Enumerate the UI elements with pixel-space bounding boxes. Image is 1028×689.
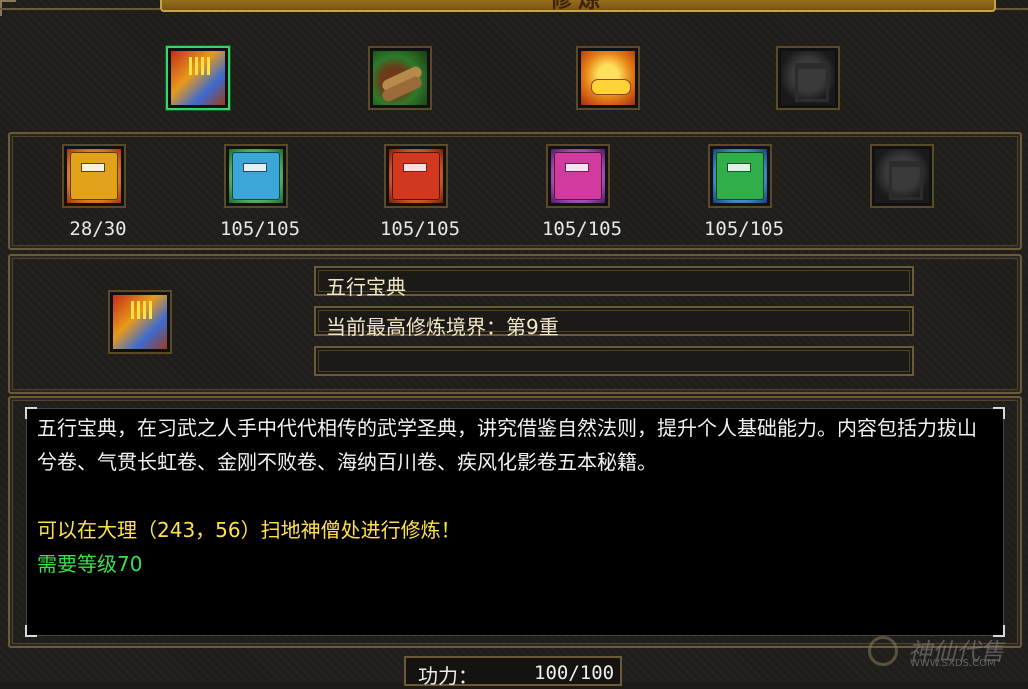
top-border-left: [0, 8, 160, 10]
book-count-5: 105/105: [703, 218, 785, 240]
book-icon-pink: [554, 152, 602, 200]
selected-item-preview: [108, 290, 172, 354]
book-icon-gold: [70, 152, 118, 200]
corner-mark: [25, 625, 37, 637]
corner-mark: [993, 407, 1005, 419]
empty-slot-icon: [781, 51, 835, 105]
book-slot-2[interactable]: [224, 144, 288, 208]
book-count-4: 105/105: [541, 218, 623, 240]
power-label: 功力：: [418, 664, 478, 688]
watermark-url: WWW.SXDS.COM: [910, 658, 996, 669]
extra-field: [314, 346, 914, 376]
power-value: 100/100: [534, 662, 615, 684]
book-count-2: 105/105: [219, 218, 301, 240]
book-name: 五行宝典: [326, 275, 406, 299]
watermark: 神仙代售 WWW.SXDS.COM: [864, 632, 1014, 669]
realm-field: 当前最高修炼境界：第9重: [314, 306, 914, 339]
book-icon-blue: [232, 152, 280, 200]
scroll-bundle-icon: [373, 51, 427, 105]
cultivation-panel: 修炼 28/30 105/105 105/105 105/105 105/105…: [0, 0, 1028, 688]
empty-slot-icon: [875, 149, 929, 203]
gold-scroll-slot[interactable]: [576, 46, 640, 110]
window-title: 修炼: [549, 0, 606, 13]
book-count-3: 105/105: [379, 218, 461, 240]
location-text: 可以在大理（243，56）扫地神僧处进行修炼！: [37, 518, 461, 542]
book-count-1: 28/30: [69, 218, 127, 240]
book-slot-5[interactable]: [708, 144, 772, 208]
empty-top-slot[interactable]: [776, 46, 840, 110]
level-requirement: 需要等级70: [37, 552, 143, 576]
description-box: 五行宝典，在习武之人手中代代相传的武学圣典，讲究借鉴自然法则，提升个人基础能力。…: [25, 407, 1005, 637]
book-slot-empty[interactable]: [870, 144, 934, 208]
top-border-right: [992, 8, 1028, 10]
wuxing-baodian-preview-icon: [113, 295, 167, 349]
gold-scroll-icon: [581, 51, 635, 105]
book-icon-red: [392, 152, 440, 200]
wuxing-baodian-slot[interactable]: [166, 46, 230, 110]
book-name-field: 五行宝典: [314, 266, 914, 299]
wuxing-baodian-icon: [171, 51, 225, 105]
book-slot-1[interactable]: [62, 144, 126, 208]
description-text: 五行宝典，在习武之人手中代代相传的武学圣典，讲究借鉴自然法则，提升个人基础能力。…: [37, 416, 977, 474]
corner-mark: [25, 407, 37, 419]
title-bar: 修炼: [160, 0, 996, 13]
book-slot-3[interactable]: [384, 144, 448, 208]
watermark-logo-icon: [868, 636, 898, 666]
book-slot-4[interactable]: [546, 144, 610, 208]
book-icon-green: [716, 152, 764, 200]
scroll-bundle-slot[interactable]: [368, 46, 432, 110]
realm-text: 当前最高修炼境界：第9重: [326, 315, 559, 339]
